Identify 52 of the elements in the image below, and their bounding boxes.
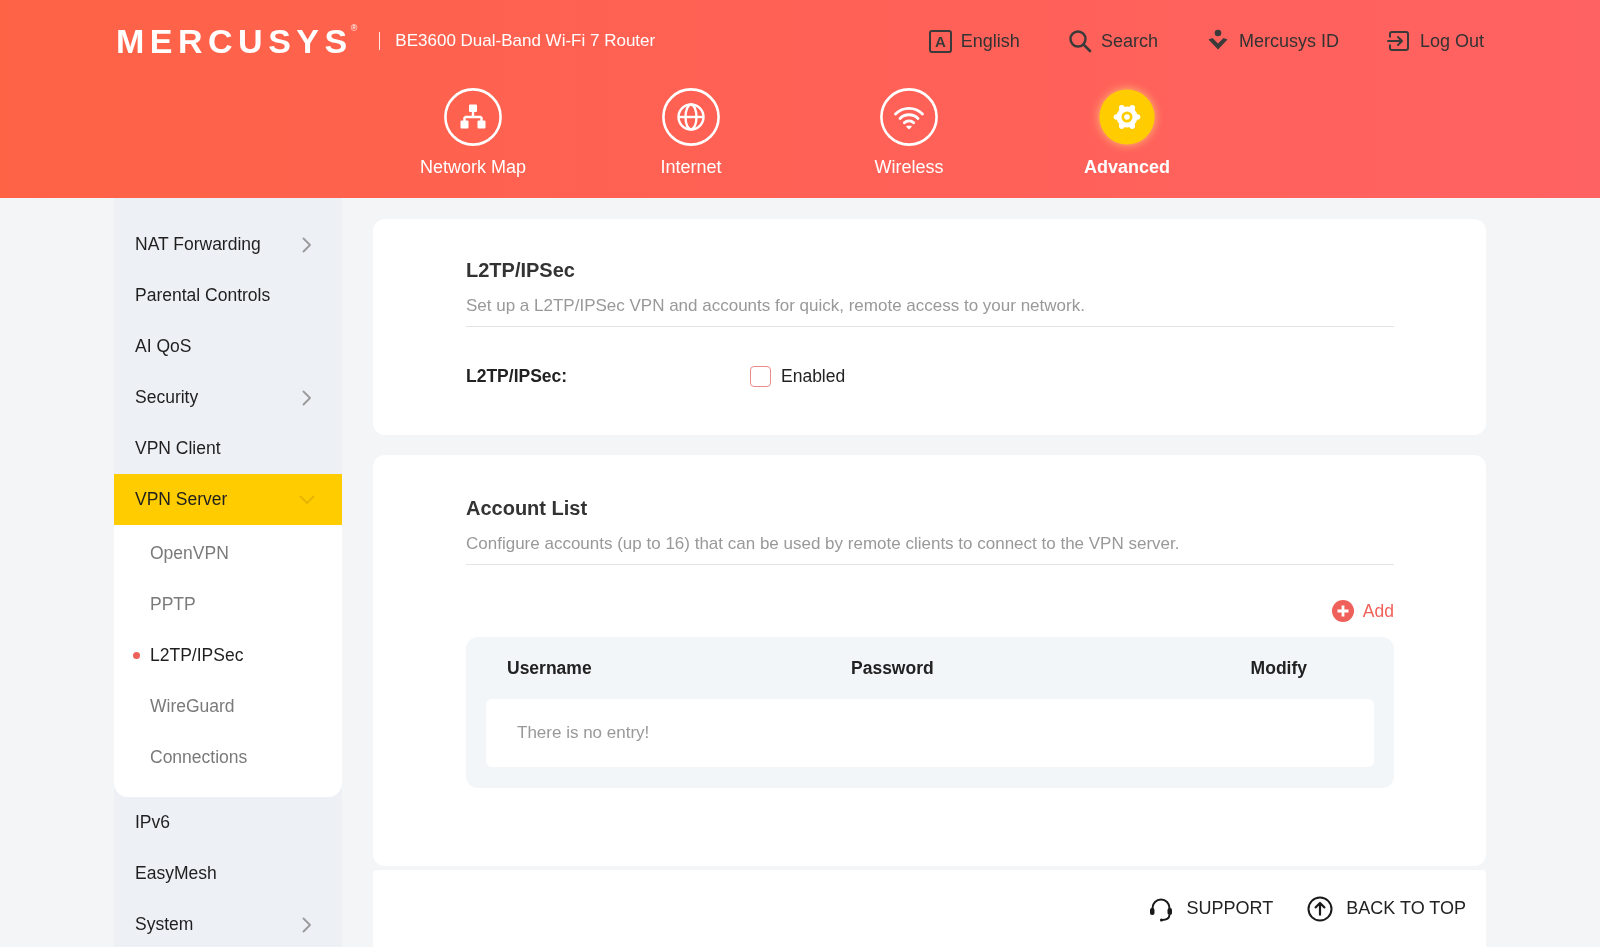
logout-button[interactable]: Log Out [1386, 29, 1484, 53]
plus-icon [1331, 600, 1354, 622]
sidebar-item[interactable]: System [114, 899, 342, 947]
search-icon [1067, 29, 1092, 53]
sidebar-item[interactable]: VPN Client [114, 423, 342, 474]
back-to-top-link[interactable]: BACK TO TOP [1307, 895, 1466, 922]
empty-message: There is no entry! [517, 723, 650, 743]
sidebar-item[interactable]: IPv6 [114, 797, 342, 848]
sidebar-item[interactable]: NAT Forwarding [114, 219, 342, 270]
checkbox-label[interactable]: Enabled [781, 365, 846, 387]
chevron-right-icon [302, 916, 312, 933]
logout-icon [1386, 29, 1411, 53]
checkbox[interactable] [750, 365, 771, 387]
sidebar-subitem[interactable]: OpenVPN [114, 528, 342, 579]
nav-tab[interactable]: Internet [582, 88, 800, 178]
section-title: L2TP/IPSec [466, 258, 576, 282]
gear-icon [1098, 88, 1156, 146]
chevron-right-icon [302, 389, 312, 406]
section-description: Set up a L2TP/IPSec VPN and accounts for quick, remote access to your network. [466, 296, 1394, 327]
sidebar-item[interactable]: VPN Server [114, 474, 342, 525]
dot-icon [133, 652, 140, 659]
search-button[interactable]: Search [1067, 29, 1158, 53]
sidebar-item[interactable]: AI QoS [114, 321, 342, 372]
product-name: BE3600 Dual-Band Wi-Fi 7 Router [395, 31, 656, 51]
sidebar-subitem[interactable]: L2TP/IPSec [114, 630, 342, 681]
add-button[interactable]: Add [1331, 599, 1394, 623]
chevron-right-icon [302, 236, 312, 253]
support-link[interactable]: SUPPORT [1147, 895, 1274, 922]
logo[interactable]: MERCUSYS$^{®}$ [116, 24, 358, 58]
sidebar-item[interactable]: Security [114, 372, 342, 423]
nav-tab[interactable]: Network Map [364, 88, 582, 178]
field-label: L2TP/IPSec: [466, 365, 569, 387]
chevron-down-icon [299, 494, 315, 505]
column-header: Modify [1250, 657, 1307, 679]
column-header: Username [507, 657, 593, 679]
sidebar-subitem[interactable]: Connections [114, 732, 342, 783]
sidebar-item[interactable]: EasyMesh [114, 848, 342, 899]
nav-tab[interactable]: Advanced [1018, 88, 1236, 178]
language-icon: A [928, 29, 952, 53]
sidebar-subitem[interactable]: PPTP [114, 579, 342, 630]
language-button[interactable]: A English [928, 29, 1020, 53]
sidebar-item[interactable]: Parental Controls [114, 270, 342, 321]
sidebar-subitem[interactable]: WireGuard [114, 681, 342, 732]
nav-tab[interactable]: Wireless [800, 88, 1018, 178]
network-topology-icon [444, 88, 502, 146]
globe-icon [662, 88, 720, 146]
section-title: Account List [466, 496, 589, 520]
column-header: Password [851, 657, 935, 679]
account-button[interactable]: Mercusys ID [1205, 29, 1339, 53]
wifi-icon [880, 88, 938, 146]
section-description: Configure accounts (up to 16) that can be used by remote clients to connect to the VPN server. [466, 534, 1394, 565]
arrow-up-circle-icon [1307, 895, 1334, 922]
